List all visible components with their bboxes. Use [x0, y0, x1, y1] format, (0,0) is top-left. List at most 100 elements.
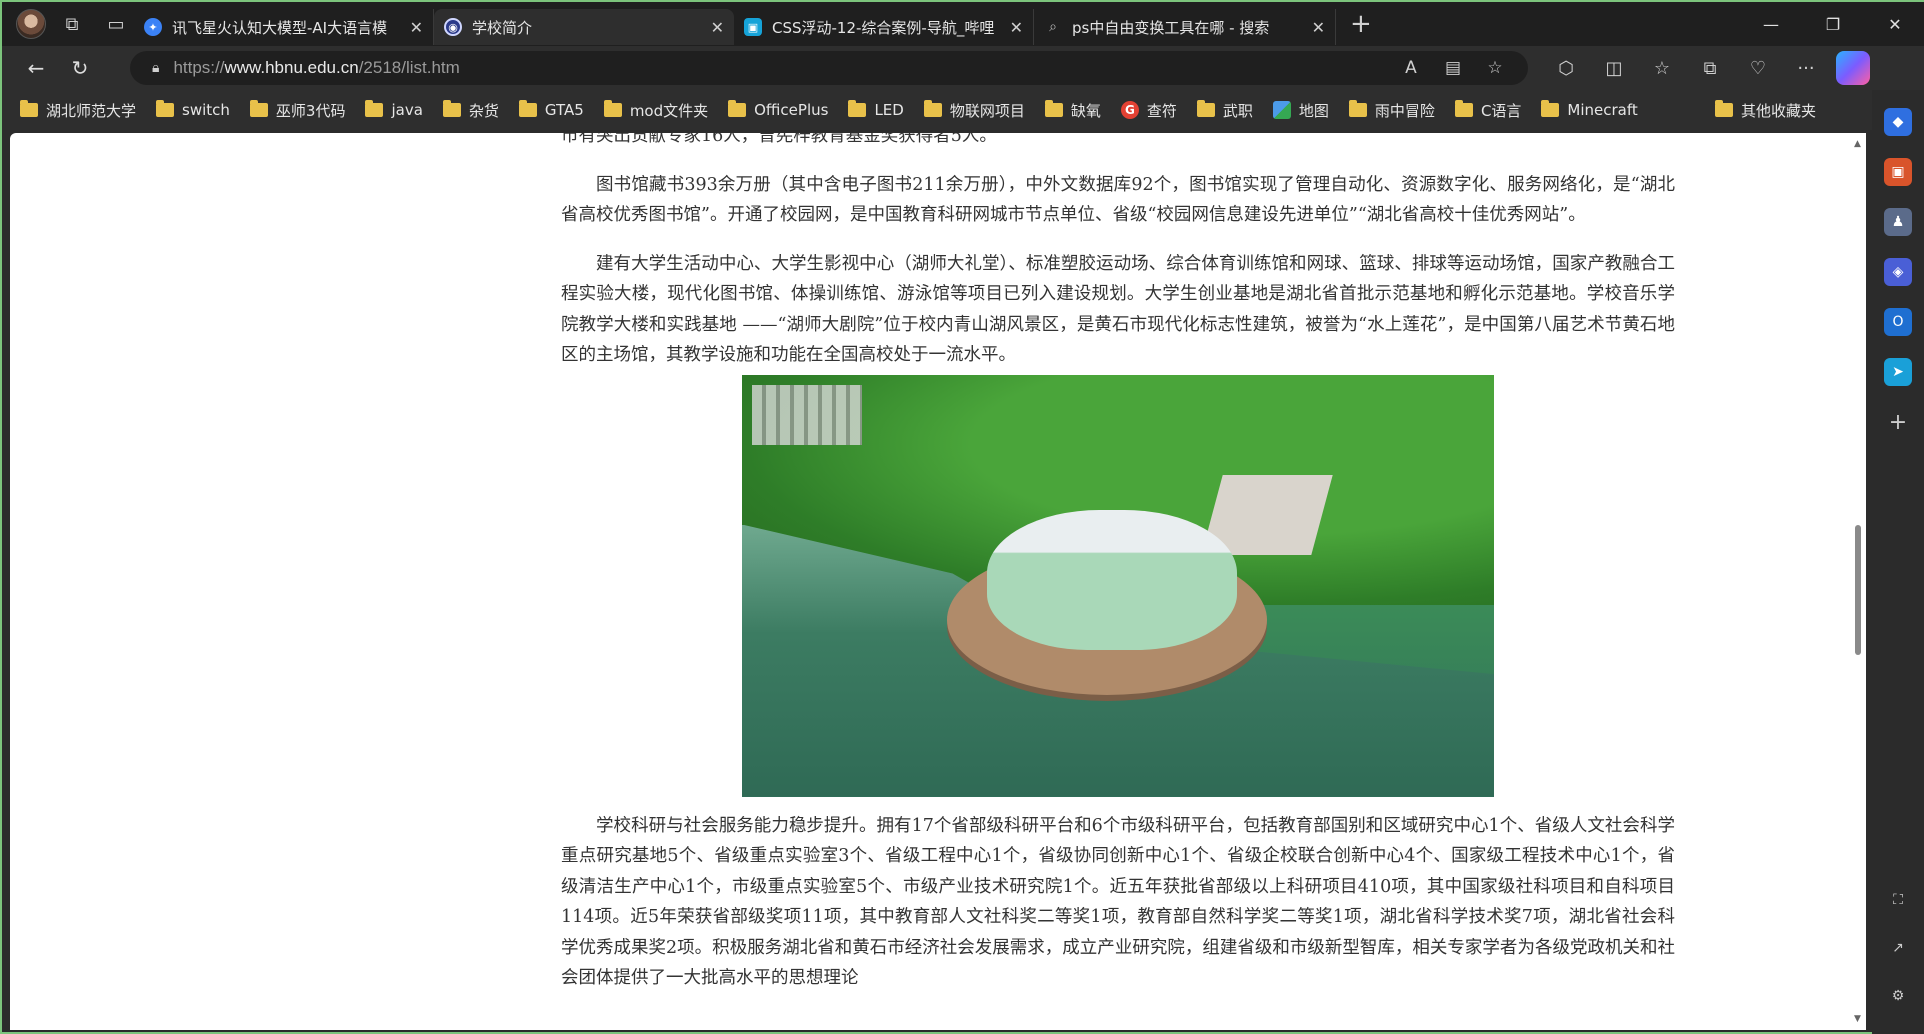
split-screen-icon[interactable]: ◫: [1590, 58, 1638, 79]
bookmarks-bar: 湖北师范大学 switch 巫师3代码 java 杂货 GTA5 mod文件夹 …: [2, 90, 1924, 130]
folder-icon: [1044, 100, 1063, 117]
tab-bar: ⧉ ▭ ✦ 讯飞星火认知大模型-AI大语言模 ✕ ◉ 学校简介 ✕ ▣ CSS浮…: [2, 2, 1924, 46]
spark-icon: ✦: [144, 18, 162, 36]
photo-buildings: [752, 384, 862, 445]
campus-theater-photo: [742, 374, 1494, 797]
paragraph: 图书馆藏书393余万册（其中含电子图书211余万册），中外文数据库92个，图书馆…: [561, 174, 1675, 226]
send-icon[interactable]: ➤: [1884, 358, 1912, 386]
bookmark-item[interactable]: LED: [848, 100, 904, 119]
folder-icon: [442, 100, 461, 117]
bookmark-item[interactable]: mod文件夹: [603, 100, 708, 121]
google-icon: G: [1120, 101, 1139, 119]
url-text[interactable]: https://www.hbnu.edu.cn/2518/list.htm: [173, 58, 459, 78]
new-tab-button[interactable]: +: [1350, 9, 1372, 39]
search-sidebar-icon[interactable]: ◆: [1884, 108, 1912, 136]
bookmark-item[interactable]: OfficePlus: [728, 100, 828, 119]
bookmark-item[interactable]: 雨中冒险: [1348, 100, 1435, 121]
close-tab-icon[interactable]: ✕: [703, 18, 724, 37]
bookmark-item[interactable]: 巫师3代码: [249, 100, 345, 121]
bookmark-item[interactable]: 物联网项目: [923, 100, 1025, 121]
tab-label: 学校简介: [472, 18, 533, 37]
bookmark-item[interactable]: java: [365, 100, 423, 119]
favorites-icon[interactable]: ☆: [1638, 58, 1686, 79]
search-icon: ⌕: [1049, 19, 1057, 35]
bookmark-item[interactable]: switch: [156, 100, 230, 119]
scroll-up-icon[interactable]: ▲: [1854, 139, 1861, 149]
folder-icon: [518, 100, 537, 117]
folder-icon: [1714, 100, 1733, 117]
tab-label: CSS浮动-12-综合案例-导航_哔哩: [772, 18, 995, 37]
workspaces-icon[interactable]: ⧉: [54, 6, 90, 42]
map-icon: [1272, 101, 1291, 119]
add-sidebar-icon[interactable]: +: [1884, 408, 1912, 436]
refresh-button[interactable]: ↻: [60, 48, 100, 88]
bookmark-item[interactable]: C语言: [1454, 100, 1521, 121]
bookmark-item[interactable]: 武职: [1196, 100, 1253, 121]
tab-label: ps中自由变换工具在哪 - 搜索: [1072, 18, 1270, 37]
tab-actions-icon[interactable]: ▭: [98, 6, 134, 42]
paragraph: 市有突出贡献专家16人，曾宪梓教育基金奖获得者5人。: [561, 133, 997, 146]
immersive-reader-icon[interactable]: ▤: [1432, 58, 1474, 78]
lock-icon[interactable]: 🔒︎: [152, 60, 159, 76]
folder-icon: [1454, 100, 1473, 117]
folder-icon: [365, 100, 384, 117]
address-bar-icons: A ▤ ☆: [1390, 51, 1516, 85]
folder-icon: [249, 100, 268, 117]
copilot-icon[interactable]: [1836, 51, 1870, 85]
close-window-icon[interactable]: ✕: [1864, 2, 1924, 46]
minimize-icon[interactable]: —: [1740, 2, 1802, 46]
tab-school-intro[interactable]: ◉ 学校简介 ✕: [434, 9, 734, 45]
folder-icon: [923, 100, 942, 117]
toolbar: ⬡ ◫ ☆ ⧉ ♡ ···: [1542, 46, 1870, 90]
more-menu-icon[interactable]: ···: [1782, 58, 1830, 79]
scroll-down-icon[interactable]: ▼: [1854, 1014, 1861, 1024]
folder-icon: [848, 100, 867, 117]
bookmark-item[interactable]: 湖北师范大学: [20, 100, 136, 121]
open-external-icon[interactable]: ↗: [1884, 934, 1912, 962]
collections-icon[interactable]: ⧉: [1686, 58, 1734, 79]
bookmark-item[interactable]: Minecraft: [1541, 100, 1638, 119]
folder-icon: [156, 100, 175, 117]
scroll-thumb[interactable]: [1855, 525, 1861, 655]
folder-icon: [1541, 100, 1560, 117]
screenshot-icon[interactable]: ⛶: [1884, 886, 1912, 914]
restore-icon[interactable]: ❐: [1802, 2, 1864, 46]
bookmark-item[interactable]: G 查符: [1120, 100, 1177, 121]
folder-icon: [1348, 100, 1367, 117]
page-scrollbar[interactable]: ▲ ▼: [1850, 133, 1866, 1030]
read-aloud-icon[interactable]: A: [1390, 58, 1432, 78]
folder-icon: [728, 100, 747, 117]
window-controls: — ❐ ✕: [1740, 2, 1924, 46]
close-tab-icon[interactable]: ✕: [1002, 18, 1023, 37]
bookmark-item[interactable]: 缺氧: [1044, 100, 1101, 121]
profile-avatar[interactable]: [16, 9, 46, 39]
bookmark-item[interactable]: 地图: [1272, 100, 1329, 121]
copilot-sidebar-icon[interactable]: ◈: [1884, 258, 1912, 286]
bookmark-item[interactable]: GTA5: [518, 100, 584, 119]
shopping-icon[interactable]: ▣: [1884, 158, 1912, 186]
browser-essentials-icon[interactable]: ♡: [1734, 58, 1782, 79]
tab-bilibili[interactable]: ▣ CSS浮动-12-综合案例-导航_哔哩 ✕: [734, 9, 1034, 45]
favorite-star-icon[interactable]: ☆: [1474, 58, 1516, 78]
tab-search[interactable]: ⌕ ps中自由变换工具在哪 - 搜索 ✕: [1034, 9, 1336, 45]
back-button[interactable]: ←: [16, 48, 56, 88]
bookmark-item[interactable]: 杂货: [442, 100, 499, 121]
folder-icon: [1196, 100, 1215, 117]
edge-sidebar: ◆ ▣ ♟ ◈ O ➤ + ⛶ ↗ ⚙: [1872, 90, 1924, 1034]
settings-gear-icon[interactable]: ⚙: [1884, 982, 1912, 1010]
bilibili-icon: ▣: [744, 18, 762, 36]
tab-label: 讯飞星火认知大模型-AI大语言模: [172, 18, 388, 37]
outlook-icon[interactable]: O: [1884, 308, 1912, 336]
tab-xunfei[interactable]: ✦ 讯飞星火认知大模型-AI大语言模 ✕: [134, 9, 434, 45]
close-tab-icon[interactable]: ✕: [1304, 18, 1325, 37]
games-icon[interactable]: ♟: [1884, 208, 1912, 236]
extensions-icon[interactable]: ⬡: [1542, 58, 1590, 79]
close-tab-icon[interactable]: ✕: [402, 18, 423, 37]
address-row: ← ↻ 🔒︎ https://www.hbnu.edu.cn/2518/list…: [2, 46, 1924, 90]
address-bar[interactable]: 🔒︎ https://www.hbnu.edu.cn/2518/list.htm…: [130, 51, 1528, 85]
folder-icon: [20, 100, 38, 117]
school-icon: ◉: [444, 18, 462, 36]
other-bookmarks[interactable]: 其他收藏夹: [1714, 100, 1816, 121]
paragraph: 建有大学生活动中心、大学生影视中心（湖师大礼堂）、标准塑胶运动场、综合体育训练馆…: [561, 253, 1675, 366]
browser-window: ⧉ ▭ ✦ 讯飞星火认知大模型-AI大语言模 ✕ ◉ 学校简介 ✕ ▣ CSS浮…: [0, 0, 1924, 1034]
